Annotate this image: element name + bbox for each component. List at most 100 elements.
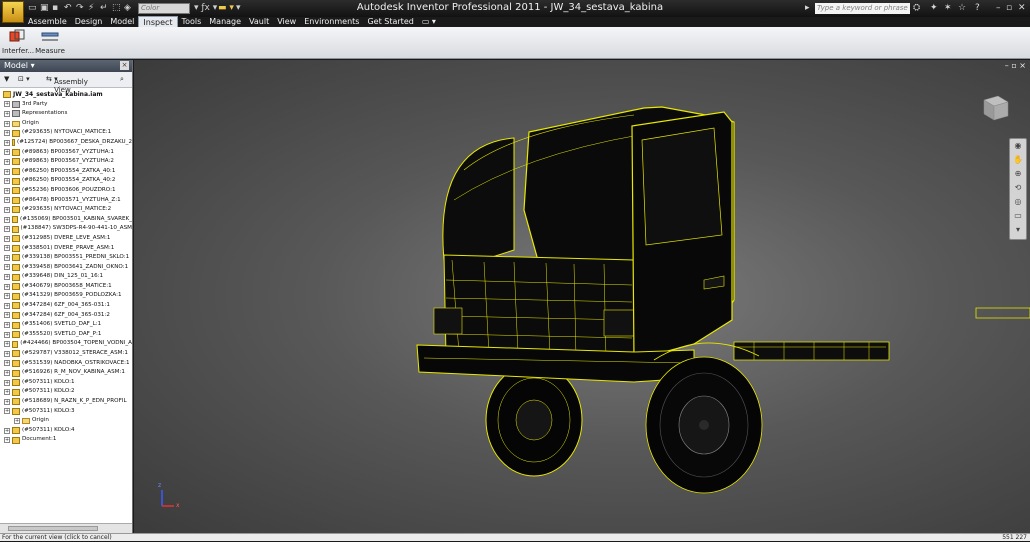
update-icon[interactable]: ⚡: [88, 3, 94, 14]
expand-toggle-icon[interactable]: +: [4, 360, 10, 367]
tab-extra-icon[interactable]: ▭ ▾: [418, 16, 440, 27]
expand-toggle-icon[interactable]: +: [4, 235, 10, 242]
expand-toggle-icon[interactable]: +: [4, 216, 10, 223]
open-file-icon[interactable]: ▣: [40, 3, 49, 14]
tree-item[interactable]: + Origin: [0, 119, 132, 129]
minimize-icon[interactable]: –: [996, 3, 1001, 14]
expand-toggle-icon[interactable]: +: [4, 149, 10, 156]
customize-qat-icon[interactable]: ▾: [236, 3, 241, 14]
tree-item[interactable]: + (#355520) SVETLO_DAF_P:1: [0, 330, 132, 340]
tab-view[interactable]: View: [273, 16, 300, 27]
tree-item[interactable]: + (#347284) 6ZF_004_365-031:1: [0, 301, 132, 311]
browser-header[interactable]: Model ▾ ×: [0, 60, 132, 72]
expand-toggle-icon[interactable]: +: [4, 331, 10, 338]
expand-toggle-icon[interactable]: +: [4, 350, 10, 357]
tree-item[interactable]: + Document:1: [0, 435, 132, 445]
graphics-viewport[interactable]: z x – ▫ × ◉ ✋ ⊕ ⟲ ◎ ▭ ▾: [134, 60, 1030, 533]
expand-toggle-icon[interactable]: +: [4, 110, 10, 117]
tree-item[interactable]: + (#507311) KOLO:1: [0, 378, 132, 388]
expand-toggle-icon[interactable]: +: [4, 437, 10, 444]
tab-get-started[interactable]: Get Started: [363, 16, 417, 27]
expand-toggle-icon[interactable]: +: [4, 139, 10, 146]
expand-toggle-icon[interactable]: +: [14, 417, 20, 424]
nav-more-icon[interactable]: ▾: [1010, 223, 1026, 237]
expand-toggle-icon[interactable]: +: [4, 120, 10, 127]
save-icon[interactable]: ▪: [52, 3, 58, 14]
expand-icon[interactable]: ⊡ ▾: [18, 75, 30, 83]
tree-item[interactable]: + (#424466) BP003504_TOPENI_VODNI_A: [0, 339, 132, 349]
filter-icon[interactable]: ▼: [4, 75, 9, 83]
return-icon[interactable]: ↵: [100, 3, 108, 14]
tree-item[interactable]: + (#507311) KOLO:2: [0, 387, 132, 397]
select-icon[interactable]: ⬚: [112, 3, 121, 14]
restore-icon[interactable]: ▫: [1006, 3, 1012, 14]
color-dropdown[interactable]: Color: [138, 3, 190, 14]
expand-toggle-icon[interactable]: +: [4, 427, 10, 434]
expand-toggle-icon[interactable]: +: [4, 370, 10, 377]
binoculars-icon[interactable]: ⛭: [913, 3, 920, 14]
tree-item[interactable]: + (#339458) BP003641_ZADNI_OKNO:1: [0, 263, 132, 273]
tab-manage[interactable]: Manage: [205, 16, 245, 27]
assembly-view-dropdown[interactable]: ⇆ Assembly View ▾: [46, 75, 88, 94]
tab-environments[interactable]: Environments: [300, 16, 363, 27]
tab-vault[interactable]: Vault: [245, 16, 273, 27]
expand-toggle-icon[interactable]: +: [4, 283, 10, 290]
interference-button[interactable]: Interfer...: [2, 28, 34, 58]
expand-toggle-icon[interactable]: +: [4, 158, 10, 165]
expand-toggle-icon[interactable]: +: [4, 264, 10, 271]
tab-tools[interactable]: Tools: [178, 16, 206, 27]
tree-item[interactable]: + (#507311) KOLO:4: [0, 426, 132, 436]
tree-item[interactable]: + (#312985) DVERE_LEVE_ASM:1: [0, 234, 132, 244]
tab-model[interactable]: Model: [106, 16, 138, 27]
expand-toggle-icon[interactable]: +: [4, 389, 10, 396]
help-icon[interactable]: ?: [975, 3, 980, 14]
tree-item[interactable]: + (#341329) BP003659_PODLOZKA:1: [0, 291, 132, 301]
expand-toggle-icon[interactable]: +: [4, 101, 10, 108]
tab-inspect[interactable]: Inspect: [138, 16, 178, 27]
truck-cab-model[interactable]: [134, 60, 1030, 533]
tree-item[interactable]: + Origin: [0, 416, 132, 426]
browser-close-icon[interactable]: ×: [120, 61, 129, 70]
tree-item[interactable]: + (#89863) BP003567_VYZTUHA:1: [0, 148, 132, 158]
color-swatch-icon[interactable]: ▬ ▾: [218, 3, 234, 14]
expand-toggle-icon[interactable]: +: [4, 197, 10, 204]
tree-item[interactable]: + (#340679) BP003658_MATICE:1: [0, 282, 132, 292]
tree-item[interactable]: + (#339138) BP003551_PREDNI_SKLO:1: [0, 253, 132, 263]
expand-toggle-icon[interactable]: +: [4, 187, 10, 194]
expand-toggle-icon[interactable]: +: [4, 254, 10, 261]
tree-item[interactable]: + (#351406) SVETLO_DAF_L:1: [0, 320, 132, 330]
expand-toggle-icon[interactable]: +: [4, 245, 10, 252]
expand-toggle-icon[interactable]: +: [4, 274, 10, 281]
tree-root-assembly[interactable]: JW_34_sestava_kabina.iam: [0, 90, 132, 100]
undo-icon[interactable]: ↶: [64, 3, 72, 14]
expand-toggle-icon[interactable]: +: [4, 398, 10, 405]
tree-item[interactable]: + (#293635) NYTOVACI_MATICE:1: [0, 128, 132, 138]
tab-assemble[interactable]: Assemble: [24, 16, 71, 27]
tree-item[interactable]: + (#518689) N_RAZN_K_P_EDN_PROFIL: [0, 397, 132, 407]
nav-zoom-icon[interactable]: ⊕: [1010, 167, 1026, 181]
viewcube[interactable]: [978, 90, 1012, 124]
expand-toggle-icon[interactable]: +: [4, 341, 10, 348]
tree-item[interactable]: +3rd Party: [0, 100, 132, 110]
close-icon[interactable]: ✕: [1018, 3, 1026, 14]
expand-toggle-icon[interactable]: +: [4, 302, 10, 309]
tree-item[interactable]: + (#529787) V338012_STERACE_ASM:1: [0, 349, 132, 359]
tree-item[interactable]: + (#86250) BP003554_ZATKA_40:1: [0, 167, 132, 177]
expand-toggle-icon[interactable]: +: [4, 168, 10, 175]
tree-item[interactable]: + (#138847) SW3DPS-R4-90-441-10_ASM: [0, 224, 132, 234]
redo-icon[interactable]: ↷: [76, 3, 84, 14]
expand-toggle-icon[interactable]: +: [4, 408, 10, 415]
expand-toggle-icon[interactable]: +: [4, 379, 10, 386]
expand-toggle-icon[interactable]: +: [4, 130, 10, 137]
tab-design[interactable]: Design: [71, 16, 107, 27]
material-icon[interactable]: ◈: [124, 3, 131, 14]
find-icon[interactable]: ⌕: [120, 75, 124, 84]
tree-item[interactable]: + (#89863) BP003567_VYZTUHA:2: [0, 157, 132, 167]
nav-look-icon[interactable]: ◎: [1010, 195, 1026, 209]
app-menu-button[interactable]: I: [2, 1, 24, 23]
measure-button[interactable]: Measure: [35, 28, 65, 58]
nav-orbit-icon[interactable]: ⟲: [1010, 181, 1026, 195]
tree-item[interactable]: + (#507311) KOLO:3: [0, 407, 132, 417]
nav-pan-icon[interactable]: ✋: [1010, 153, 1026, 167]
browser-scrollbar[interactable]: [0, 523, 132, 533]
